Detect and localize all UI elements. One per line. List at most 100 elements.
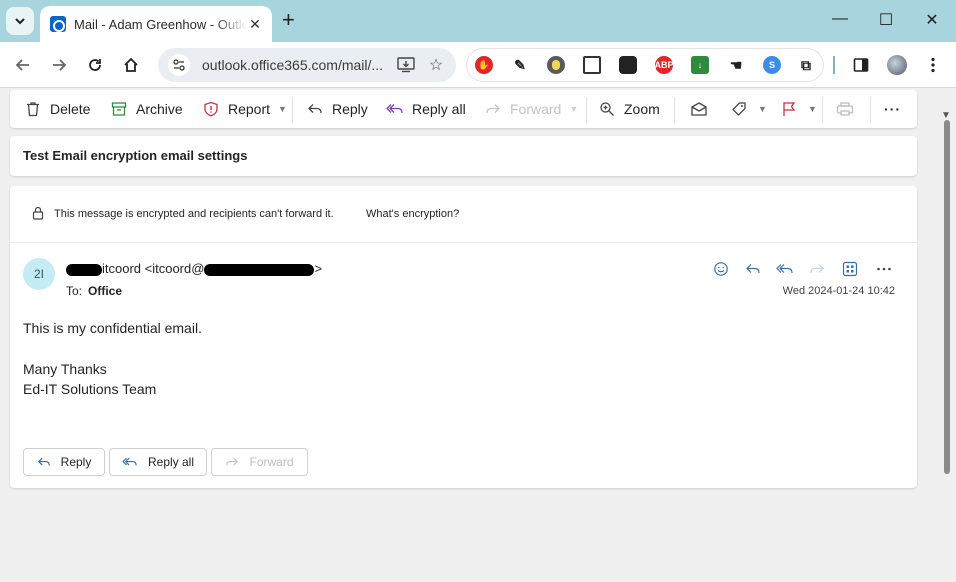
minimize-button[interactable]: — [830, 10, 850, 28]
reply-all-icon [776, 264, 793, 274]
reply-all-icon [386, 100, 404, 118]
archive-icon [110, 100, 128, 118]
command-separator [674, 97, 675, 123]
new-tab-button[interactable]: + [282, 9, 295, 31]
reply-icon [37, 455, 51, 469]
categorize-button[interactable]: ▼ [730, 99, 767, 119]
recipient-office[interactable]: Office [88, 284, 122, 298]
sender-line[interactable]: itcoord <itcoord@ > [66, 261, 322, 276]
sender-avatar[interactable]: 2I [23, 258, 55, 290]
trash-icon [24, 100, 42, 118]
zoom-button[interactable]: Zoom [598, 99, 660, 119]
footer-reply-button[interactable]: Reply [23, 448, 105, 476]
message-command-bar: Delete Archive Report ▼ Reply Reply all … [10, 90, 917, 128]
stop-hand-extension-icon[interactable]: ✋ [475, 56, 493, 74]
subject-card: Test Email encryption email settings [10, 136, 917, 176]
browser-menu-button[interactable] [922, 54, 944, 76]
chevron-down-icon[interactable]: ▼ [278, 104, 287, 114]
reply-icon [746, 264, 760, 274]
reload-icon [89, 59, 101, 71]
chevron-down-icon: ▼ [569, 104, 579, 114]
tab-search-button[interactable] [6, 7, 34, 35]
whats-encryption-link[interactable]: What's encryption? [366, 208, 459, 220]
back-button[interactable] [12, 54, 34, 76]
forward-icon [810, 264, 824, 274]
reply-all-icon [122, 455, 138, 469]
archive-button[interactable]: Archive [110, 99, 183, 119]
bookmark-star-icon[interactable]: ☆ [426, 55, 446, 75]
redaction-mark [204, 263, 315, 276]
sender-name-end: > [314, 261, 323, 276]
kebab-menu-icon [931, 57, 935, 73]
smiley-icon [714, 262, 728, 276]
video-extension-icon[interactable] [619, 56, 637, 74]
profile-avatar[interactable] [886, 54, 908, 76]
scrollbar-thumb[interactable] [944, 120, 950, 474]
reply-icon [306, 100, 324, 118]
command-separator [586, 97, 587, 123]
footer-reply-all-button[interactable]: Reply all [109, 448, 207, 476]
chevron-down-icon[interactable]: ▼ [758, 104, 767, 114]
mark-read-button[interactable] [690, 99, 716, 119]
forward-icon [225, 455, 239, 469]
install-app-icon[interactable] [396, 55, 416, 75]
lock-icon [32, 206, 44, 225]
puzzle-extensions-icon[interactable]: ⧉ [797, 56, 815, 74]
recipients-line: To: Office [66, 284, 123, 298]
reply-inline-button[interactable] [744, 260, 762, 278]
report-button[interactable]: Report ▼ [202, 99, 287, 119]
home-icon [124, 57, 138, 72]
encryption-notice: This message is encrypted and recipients… [54, 208, 334, 220]
tab-close-icon[interactable]: ✕ [246, 16, 264, 33]
toolbar-divider [833, 56, 835, 74]
chevron-down-icon[interactable]: ▼ [808, 104, 817, 114]
download-extension-icon[interactable]: ↓ [691, 56, 709, 74]
shield-extension-icon[interactable] [547, 56, 565, 74]
more-actions-button[interactable]: ··· [884, 99, 901, 119]
side-panel-icon [853, 58, 869, 72]
command-separator [822, 97, 823, 123]
abp-extension-icon[interactable]: ABP [655, 56, 674, 74]
side-panel-button[interactable] [850, 54, 872, 76]
sync-extension-icon[interactable]: S [763, 56, 781, 74]
encryption-banner: This message is encrypted and recipients… [10, 186, 917, 243]
url-text[interactable]: outlook.office365.com/mail/... [202, 57, 386, 73]
browser-toolbar: outlook.office365.com/mail/... ☆ ✋ ✎ ABP… [0, 42, 956, 88]
arrow-right-icon [53, 59, 67, 71]
address-bar[interactable]: outlook.office365.com/mail/... ☆ [158, 48, 456, 82]
reply-all-button[interactable]: Reply all [386, 99, 466, 119]
shield-report-icon [202, 100, 220, 118]
eyedropper-extension-icon[interactable]: ✎ [511, 56, 529, 74]
message-card: This message is encrypted and recipients… [10, 186, 917, 488]
home-button[interactable] [120, 54, 142, 76]
extensions-bar: ✋ ✎ ABP ↓ ☚ S ⧉ [466, 48, 824, 82]
site-settings-icon[interactable] [168, 54, 190, 76]
body-line: This is my confidential email. [23, 320, 202, 336]
browser-tab-active[interactable]: Mail - Adam Greenhow - Outlook ✕ [40, 6, 272, 42]
body-line: Many Thanks [23, 361, 107, 377]
apps-button[interactable] [841, 260, 859, 278]
forward-nav-button[interactable] [48, 54, 70, 76]
react-button[interactable] [712, 260, 730, 278]
print-button [836, 99, 862, 119]
reply-all-inline-button[interactable] [776, 260, 794, 278]
redaction-mark [66, 263, 102, 276]
vertical-scrollbar[interactable]: ▼ [938, 88, 956, 582]
reply-button[interactable]: Reply [306, 99, 368, 119]
sender-name-visible: itcoord <itcoord@ [102, 261, 205, 276]
delete-button[interactable]: Delete [24, 99, 90, 119]
screenshot-extension-icon[interactable] [583, 56, 601, 74]
maximize-button[interactable]: ☐ [876, 10, 896, 30]
forward-icon [484, 100, 502, 118]
forward-button: Forward ▼ [484, 99, 578, 119]
message-date: Wed 2024-01-24 10:42 [782, 285, 895, 297]
close-window-button[interactable]: ✕ [922, 10, 942, 30]
forward-inline-button [808, 260, 826, 278]
reload-button[interactable] [84, 54, 106, 76]
zoom-icon [598, 100, 616, 118]
command-separator [870, 97, 871, 123]
message-more-button[interactable] [875, 260, 893, 278]
body-line: Ed-IT Solutions Team [23, 381, 157, 397]
flag-button[interactable]: ▼ [780, 99, 817, 119]
hand-extension-icon[interactable]: ☚ [727, 56, 745, 74]
